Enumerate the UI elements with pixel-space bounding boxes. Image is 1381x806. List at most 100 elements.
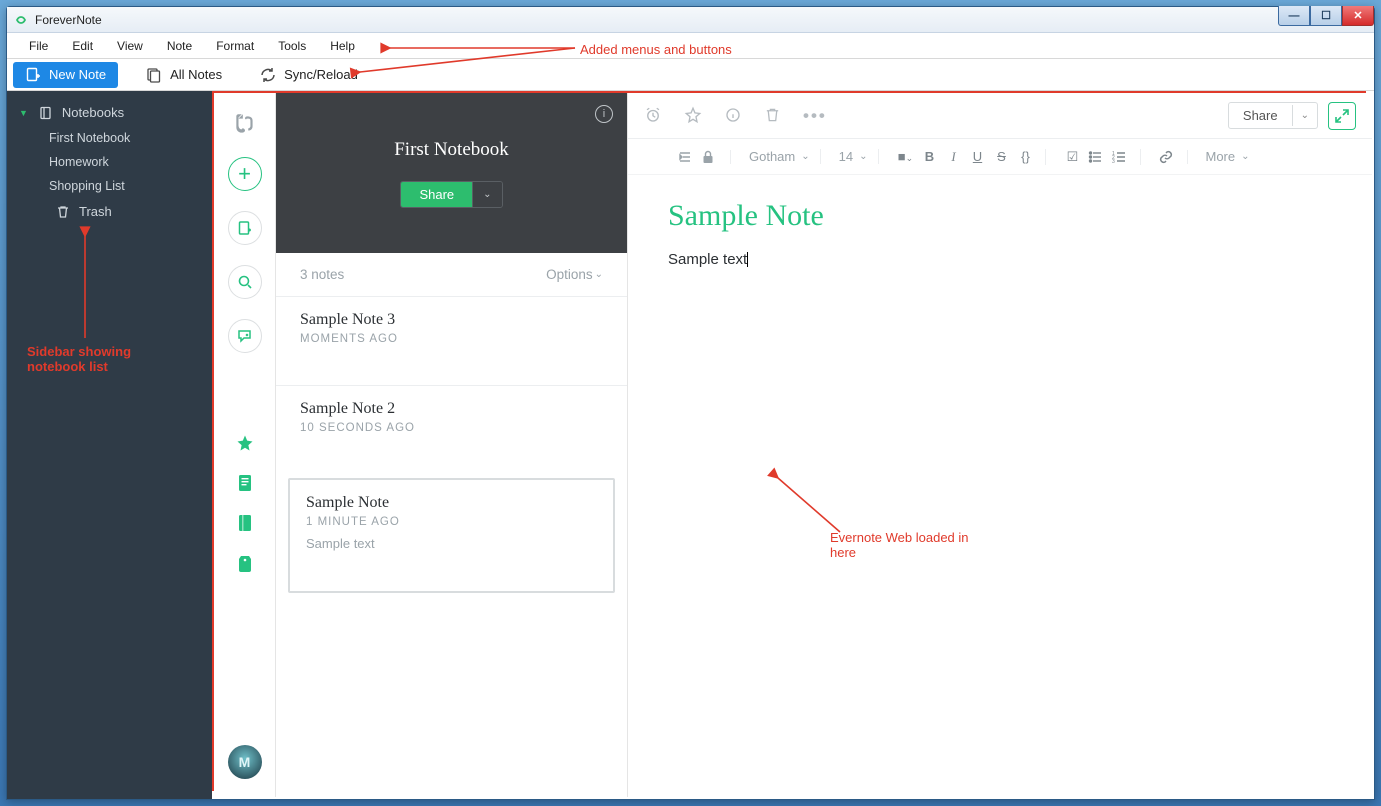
menu-file[interactable]: File [17,35,60,57]
font-size: 14 [839,149,853,164]
note-card[interactable]: Sample Note 3 MOMENTS AGO [276,296,627,385]
more-icon[interactable]: ••• [803,106,827,126]
chevron-down-icon: ⌄ [595,269,603,280]
sidebar-item-first-notebook[interactable]: First Notebook [7,126,212,150]
lock-icon[interactable] [702,150,720,164]
note-card-title: Sample Note 3 [300,311,603,329]
trash-icon[interactable] [764,106,781,126]
font-family-select[interactable]: Gotham ⌄ [739,149,821,164]
font-size-select[interactable]: 14 ⌄ [829,149,879,164]
rail-user-avatar[interactable]: M [228,745,262,779]
italic-icon[interactable]: I [945,149,963,165]
note-card[interactable]: Sample Note 2 10 SECONDS AGO [276,385,627,474]
checkbox-icon[interactable]: ☑ [1064,149,1082,165]
rail-search-button[interactable] [228,265,262,299]
note-card-selected[interactable]: Sample Note 1 MINUTE AGO Sample text [288,478,615,593]
options-label: Options [546,267,593,282]
font-name: Gotham [749,149,795,164]
rail-notebooks-icon[interactable] [235,513,255,533]
rail-notes-button[interactable] [228,211,262,245]
note-list: Sample Note 3 MOMENTS AGO Sample Note 2 … [276,292,627,797]
caret-down-icon: ▼ [19,108,28,118]
minimize-button[interactable]: — [1278,6,1310,26]
color-icon[interactable]: ■⌄ [897,149,915,164]
strikethrough-icon[interactable]: S [993,149,1011,164]
new-note-button[interactable]: New Note [13,62,118,88]
underline-icon[interactable]: U [969,149,987,164]
more-tools-button[interactable]: More ⌄ [1196,149,1260,164]
content-frame: + [212,91,1374,799]
sync-button[interactable]: Sync/Reload [250,63,368,87]
note-card-title: Sample Note 2 [300,400,603,418]
sidebar-item-homework[interactable]: Homework [7,150,212,174]
note-count-label: 3 notes [300,267,344,282]
editor-share-button[interactable]: Share ⌄ [1228,102,1318,129]
app-title: ForeverNote [35,13,102,27]
app-icon [13,12,29,28]
rail-tags-icon[interactable] [235,553,255,573]
notebook-share-label: Share [401,182,472,207]
bold-icon[interactable]: B [921,149,939,164]
titlebar: ForeverNote — ☐ ✕ [7,7,1374,33]
menu-tools[interactable]: Tools [266,35,318,57]
share-label: Share [1229,103,1292,128]
rail-shortcuts-icon[interactable] [235,433,255,453]
new-note-icon [25,67,41,83]
rail-notes-icon[interactable] [235,473,255,493]
sync-icon [260,67,276,83]
window-frame: ForeverNote — ☐ ✕ File Edit View Note Fo… [6,6,1375,800]
note-options-button[interactable]: Options⌄ [546,267,603,282]
notebook-title: First Notebook [394,139,509,161]
info-icon[interactable] [724,106,742,126]
chevron-down-icon: ⌄ [1292,105,1317,126]
note-card-title: Sample Note [306,494,597,512]
bullet-list-icon[interactable] [1088,150,1106,164]
notebook-icon [38,106,54,120]
maximize-button[interactable]: ☐ [1310,6,1342,26]
evernote-rail: + [214,93,276,797]
all-notes-label: All Notes [170,67,222,82]
all-notes-button[interactable]: All Notes [136,63,232,87]
trash-icon [55,205,71,219]
number-list-icon[interactable]: 123 [1112,150,1130,164]
close-button[interactable]: ✕ [1342,6,1374,26]
sidebar: ▼ Notebooks First Notebook Homework Shop… [7,91,212,799]
menu-format[interactable]: Format [204,35,266,57]
note-editor: ••• Share ⌄ [628,93,1372,797]
rail-new-note-button[interactable]: + [228,157,262,191]
notebook-share-button[interactable]: Share ⌄ [400,181,502,208]
menubar: File Edit View Note Format Tools Help [7,33,1374,59]
chevron-down-icon: ⌄ [801,151,809,162]
sidebar-trash[interactable]: Trash [7,198,212,225]
note-card-meta: 1 MINUTE AGO [306,516,597,528]
code-icon[interactable]: {} [1017,149,1035,164]
notebook-info-icon[interactable]: i [595,105,613,123]
sidebar-item-shopping-list[interactable]: Shopping List [7,174,212,198]
menu-note[interactable]: Note [155,35,204,57]
trash-label: Trash [79,204,112,219]
menu-edit[interactable]: Edit [60,35,105,57]
star-icon[interactable] [684,106,702,126]
chevron-down-icon: ⌄ [472,182,501,207]
note-card-snippet: Sample text [306,536,597,551]
expand-icon[interactable] [1328,102,1356,130]
sidebar-notebooks-header[interactable]: ▼ Notebooks [7,99,212,126]
note-text[interactable]: Sample text [668,251,747,268]
note-card-meta: MOMENTS AGO [300,333,603,345]
all-notes-icon [146,67,162,83]
menu-view[interactable]: View [105,35,155,57]
chevron-down-icon: ⌄ [859,151,867,162]
more-label: More [1206,149,1236,164]
note-title[interactable]: Sample Note [668,199,1332,233]
link-icon[interactable] [1159,150,1177,164]
note-list-bar: 3 notes Options⌄ [276,253,627,292]
indent-icon[interactable] [678,150,696,164]
rail-workchat-button[interactable] [228,319,262,353]
menu-help[interactable]: Help [318,35,367,57]
editor-body[interactable]: Sample Note Sample text [628,175,1372,797]
notebooks-label: Notebooks [62,105,124,120]
sync-label: Sync/Reload [284,67,358,82]
note-card-meta: 10 SECONDS AGO [300,422,603,434]
editor-toolbar: Gotham ⌄ 14 ⌄ ■⌄ B I U S [628,139,1372,175]
reminder-icon[interactable] [644,106,662,126]
